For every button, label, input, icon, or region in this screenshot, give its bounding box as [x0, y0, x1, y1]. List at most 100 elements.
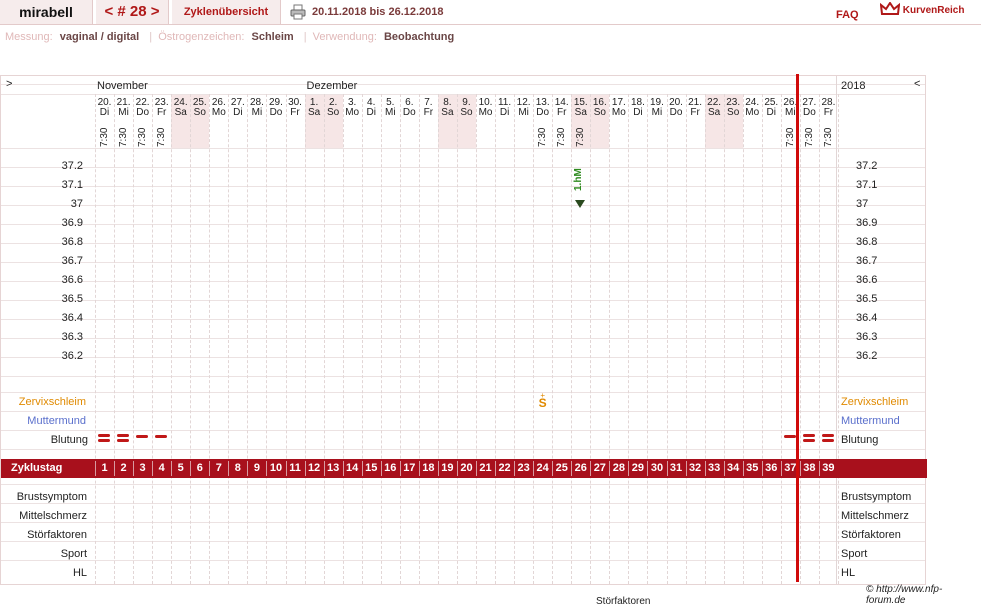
- measure-time[interactable]: 7:30: [156, 126, 167, 148]
- cycle-day-number[interactable]: 18: [419, 459, 438, 478]
- cycle-day-number[interactable]: 27: [590, 459, 609, 478]
- printer-icon[interactable]: [290, 4, 306, 20]
- day-weekday: Mi: [118, 107, 129, 118]
- cycle-day-number[interactable]: 32: [686, 459, 705, 478]
- cycle-day-number[interactable]: 5: [171, 459, 190, 478]
- cycle-day-number[interactable]: 28: [609, 459, 628, 478]
- cycle-day-number[interactable]: 25: [552, 459, 571, 478]
- date-range: 20.11.2018 bis 26.12.2018: [312, 6, 444, 18]
- next-cycle-button[interactable]: >: [151, 3, 160, 20]
- cycle-day-divider: [456, 461, 458, 476]
- cycle-day-number[interactable]: 33: [705, 459, 724, 478]
- measure-time[interactable]: 7:30: [785, 126, 796, 148]
- grid-row-line: [1, 430, 925, 431]
- cycle-day-number[interactable]: 38: [800, 459, 819, 478]
- measure-time[interactable]: 7:30: [556, 126, 567, 148]
- grid-column-line: [133, 94, 135, 584]
- cycle-day-number[interactable]: 14: [343, 459, 362, 478]
- measure-time[interactable]: 7:30: [137, 126, 148, 148]
- cycle-day-number[interactable]: 13: [324, 459, 343, 478]
- cycle-day-number[interactable]: 7: [209, 459, 228, 478]
- cycle-day-number[interactable]: 17: [400, 459, 419, 478]
- temperature-label-right: 36.3: [856, 331, 878, 343]
- cycle-day-number[interactable]: 35: [743, 459, 762, 478]
- bleeding-mark-light[interactable]: [136, 435, 149, 438]
- cycle-day-number[interactable]: 8: [228, 459, 247, 478]
- grid-column-line: [323, 94, 325, 584]
- grid-row-line: [1, 94, 925, 95]
- temperature-label: 37.1: [61, 179, 83, 191]
- row-label-brust-right: Brustsymptom: [841, 491, 912, 503]
- bleeding-mark-heavy[interactable]: [98, 434, 110, 437]
- cycle-day-number[interactable]: 20: [457, 459, 476, 478]
- cycle-day-number[interactable]: 12: [305, 459, 324, 478]
- cycle-day-number[interactable]: 21: [476, 459, 495, 478]
- temperature-label: 36.3: [61, 331, 83, 343]
- cycle-day-number[interactable]: 24: [533, 459, 552, 478]
- cycle-day-number[interactable]: 30: [647, 459, 666, 478]
- bleeding-mark-light[interactable]: [155, 435, 168, 438]
- cycle-day-divider: [761, 461, 763, 476]
- cycle-day-number[interactable]: 1: [95, 459, 114, 478]
- cycle-day-number[interactable]: 10: [266, 459, 285, 478]
- bleeding-mark-light[interactable]: [783, 435, 796, 438]
- copyright[interactable]: © http://www.nfp-forum.de: [866, 584, 981, 606]
- zervix-mark[interactable]: S: [533, 397, 552, 409]
- cycle-day-divider: [171, 461, 173, 476]
- messung-label: Messung:: [5, 31, 53, 43]
- measure-time[interactable]: 7:30: [99, 126, 110, 148]
- prev-cycle-button[interactable]: <: [104, 3, 113, 20]
- cycle-day-number[interactable]: 31: [667, 459, 686, 478]
- temperature-label-right: 36.5: [856, 293, 878, 305]
- grid-row-line: [1, 522, 925, 523]
- cycle-day-number[interactable]: 26: [571, 459, 590, 478]
- bleeding-mark-heavy[interactable]: [117, 434, 130, 437]
- bleeding-mark-heavy[interactable]: [821, 434, 834, 437]
- cycle-day-number[interactable]: 4: [152, 459, 171, 478]
- cycle-overview-button[interactable]: Zyklenübersicht: [172, 0, 281, 24]
- cycle-day-number[interactable]: 2: [114, 459, 133, 478]
- cycle-day-number[interactable]: 39: [819, 459, 838, 478]
- temperature-label-right: 36.2: [856, 350, 878, 362]
- scroll-left-button[interactable]: >: [6, 78, 12, 90]
- cycle-day-number[interactable]: 34: [724, 459, 743, 478]
- day-weekday: So: [327, 107, 340, 118]
- measure-time[interactable]: 7:30: [118, 126, 129, 148]
- grid-column-line: [704, 94, 706, 584]
- row-label-blutung: Blutung: [50, 434, 88, 446]
- cycle-day-divider: [666, 461, 668, 476]
- bleeding-mark-heavy[interactable]: [117, 439, 130, 442]
- cycle-day-divider: [95, 461, 96, 476]
- scroll-right-button[interactable]: <: [914, 78, 920, 90]
- grid-row-line: [1, 148, 925, 149]
- cycle-day-number[interactable]: 22: [495, 459, 514, 478]
- bleeding-mark-heavy[interactable]: [821, 439, 834, 442]
- cycle-day-number[interactable]: 36: [762, 459, 781, 478]
- cycle-day-number[interactable]: 19: [438, 459, 457, 478]
- day-weekday: So: [193, 107, 206, 118]
- cycle-day-number[interactable]: 16: [381, 459, 400, 478]
- measure-time[interactable]: 7:30: [804, 126, 815, 148]
- bleeding-mark-heavy[interactable]: [802, 439, 815, 442]
- cycle-day-number[interactable]: 6: [190, 459, 209, 478]
- measure-time[interactable]: 7:30: [537, 126, 548, 148]
- cycle-day-number[interactable]: 29: [628, 459, 647, 478]
- kurvenreich-logo[interactable]: KurvenReich: [879, 1, 964, 22]
- bleeding-mark-heavy[interactable]: [98, 439, 110, 442]
- cycle-day-divider: [818, 461, 820, 476]
- grid-column-line: [476, 94, 477, 584]
- cycle-day-number[interactable]: 15: [362, 459, 381, 478]
- cycle-day-number[interactable]: 9: [247, 459, 266, 478]
- day-weekday: Do: [802, 107, 816, 118]
- grid-column-line: [209, 94, 211, 584]
- cycle-day-number[interactable]: 23: [514, 459, 533, 478]
- cycle-day-number[interactable]: 3: [133, 459, 152, 478]
- day-weekday: Do: [669, 107, 683, 118]
- measure-time[interactable]: 7:30: [823, 126, 834, 148]
- bleeding-mark-heavy[interactable]: [802, 434, 815, 437]
- cycle-day-number[interactable]: 11: [286, 459, 305, 478]
- measure-time[interactable]: 7:30: [575, 126, 586, 148]
- grid-column-line: [609, 94, 611, 584]
- grid-row-line: [1, 560, 925, 561]
- grid-column-line: [590, 94, 592, 584]
